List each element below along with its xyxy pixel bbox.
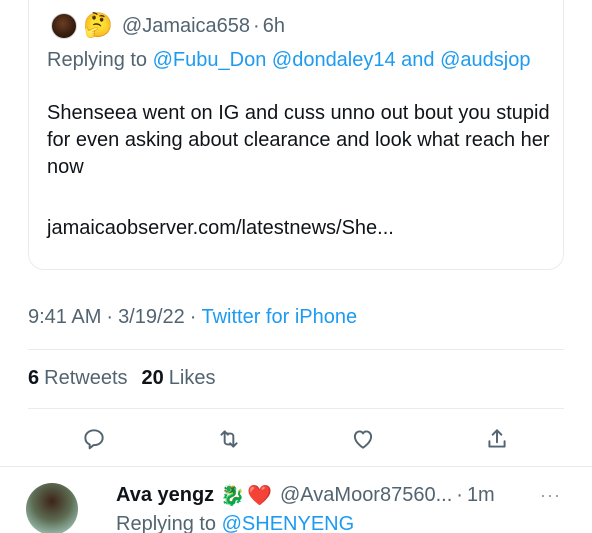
like-icon xyxy=(353,430,373,449)
reply-tweet-header: Ava yengz 🐉 ❤️ @AvaMoor87560... · 1m xyxy=(116,483,495,508)
retweets-count[interactable]: 6 xyxy=(28,367,39,390)
thinking-emoji: 🤔 xyxy=(83,12,113,39)
tweet-actions xyxy=(0,424,592,454)
tweet-stats: 6 Retweets 20 Likes xyxy=(28,367,215,390)
quoted-tweet-handle[interactable]: @Jamaica658 xyxy=(122,15,250,38)
share-icon xyxy=(488,429,506,448)
reply-tweet[interactable]: Ava yengz 🐉 ❤️ @AvaMoor87560... · 1m ···… xyxy=(0,466,592,533)
replying-to-line: Replying to @Fubu_Don @dondaley14 and @a… xyxy=(47,45,547,75)
replying-to-label: Replying to xyxy=(116,513,222,533)
tweet-meta: 9:41 AM · 3/19/22 · Twitter for iPhone xyxy=(28,306,357,329)
dragon-emoji: 🐉 xyxy=(220,485,246,507)
retweet-button[interactable] xyxy=(214,424,244,454)
tweet-time[interactable]: 9:41 AM xyxy=(28,306,101,329)
replying-to-label: Replying to xyxy=(47,49,153,71)
quoted-tweet-link[interactable]: jamaicaobserver.com/latestnews/She... xyxy=(47,217,394,240)
retweet-icon xyxy=(220,430,238,448)
tweet-source-link[interactable]: Twitter for iPhone xyxy=(201,306,357,329)
separator-dot: · xyxy=(189,306,197,328)
retweets-label[interactable]: Retweets xyxy=(44,367,127,390)
avatar[interactable] xyxy=(51,13,77,39)
divider xyxy=(28,349,564,350)
mention-dondaley14[interactable]: @dondaley14 xyxy=(272,49,396,71)
divider xyxy=(28,408,564,409)
quoted-tweet-text: Shenseea went on IG and cuss unno out bo… xyxy=(47,102,550,178)
likes-count[interactable]: 20 xyxy=(142,367,164,390)
mention-audsjop[interactable]: @audsjop xyxy=(440,49,530,71)
separator-dot: · xyxy=(106,306,114,328)
likes-label[interactable]: Likes xyxy=(169,367,216,390)
heart-emoji: ❤️ xyxy=(247,485,272,507)
reply-author-handle[interactable]: @AvaMoor87560... xyxy=(280,484,452,507)
reply-button[interactable] xyxy=(79,424,109,454)
tweet-date[interactable]: 3/19/22 xyxy=(118,306,185,329)
separator-dot: · xyxy=(253,14,260,37)
quoted-tweet-header: 🤔 @Jamaica658 · 6h xyxy=(51,9,285,43)
reply-author-name[interactable]: Ava yengz xyxy=(116,484,214,507)
avatar[interactable] xyxy=(26,483,78,533)
mention-shenyeng[interactable]: @SHENYENG xyxy=(222,513,355,533)
quoted-tweet-time[interactable]: 6h xyxy=(263,15,285,38)
reply-icon xyxy=(84,429,104,450)
reply-time[interactable]: 1m xyxy=(467,484,495,507)
like-button[interactable] xyxy=(348,424,378,454)
mention-fubu-don[interactable]: @Fubu_Don xyxy=(153,49,267,71)
more-options-icon[interactable]: ··· xyxy=(540,485,561,506)
separator-dot: · xyxy=(456,484,463,506)
quoted-tweet-card[interactable]: 🤔 @Jamaica658 · 6h Replying to @Fubu_Don… xyxy=(28,0,564,270)
mention-and: and xyxy=(395,49,441,71)
replying-to-line: Replying to @SHENYENG xyxy=(116,513,354,533)
share-button[interactable] xyxy=(482,424,512,454)
